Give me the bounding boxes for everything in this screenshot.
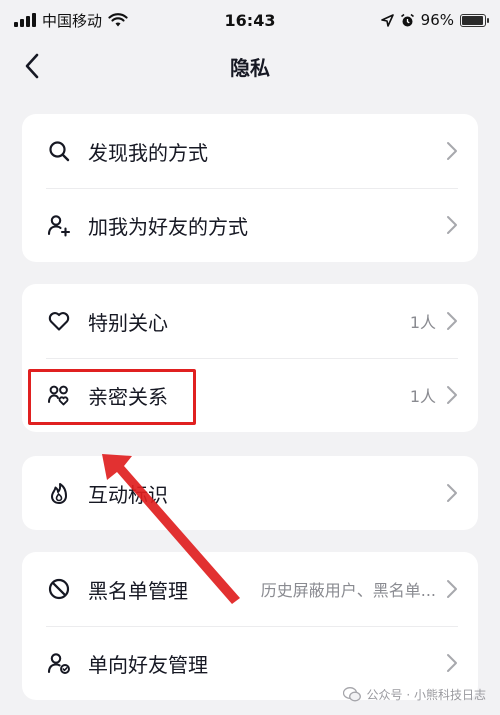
battery-level [462,15,484,25]
block-icon [46,576,72,602]
settings-group-relations: 特别关心 1人 亲密关系 1人 [22,284,478,432]
row-intimate-relation[interactable]: 亲密关系 1人 [22,358,478,432]
nav-bar: 隐私 [0,40,500,92]
page-title: 隐私 [230,55,270,80]
chevron-right-icon [447,484,457,502]
row-blacklist[interactable]: 黑名单管理 历史屏蔽用户、黑名单... [22,552,478,626]
chevron-right-icon [447,654,457,672]
watermark-text: 公众号 · 小熊科技日志 [366,688,486,702]
alarm-icon [400,13,414,26]
one-way-friend-icon [46,650,72,676]
back-button[interactable] [14,48,50,84]
flame-icon [46,480,72,506]
battery-percent: 96% [420,11,454,29]
heart-icon [46,308,72,334]
row-label: 特别关心 [88,310,168,335]
chevron-left-icon [25,53,39,79]
row-label: 黑名单管理 [88,578,188,603]
search-icon [46,138,72,164]
row-interaction-badge[interactable]: 互动标识 [22,456,478,530]
wifi-icon [108,13,128,27]
intimate-relation-icon [46,382,72,408]
chevron-right-icon [447,312,457,330]
battery-icon [460,13,489,27]
row-discovery-method[interactable]: 发现我的方式 [22,114,478,188]
row-value: 1人 [409,387,436,406]
row-value: 历史屏蔽用户、黑名单... [260,581,436,600]
settings-group-management: 黑名单管理 历史屏蔽用户、黑名单... 单向好友管理 [22,552,478,700]
row-value: 1人 [409,313,436,332]
row-add-friend-method[interactable]: 加我为好友的方式 [22,188,478,262]
chevron-right-icon [447,386,457,404]
chevron-right-icon [447,142,457,160]
row-label: 加我为好友的方式 [88,214,248,239]
row-label: 互动标识 [88,482,168,507]
row-special-care[interactable]: 特别关心 1人 [22,284,478,358]
row-label: 发现我的方式 [88,140,208,165]
status-bar: 中国移动 16:43 96% [0,0,500,40]
settings-group-discovery: 发现我的方式 加我为好友的方式 [22,114,478,262]
signal-icon [14,13,36,27]
status-right: 96% [380,11,489,29]
settings-group-interaction: 互动标识 [22,456,478,530]
row-label: 亲密关系 [88,384,168,409]
carrier-label: 中国移动 [42,11,103,30]
chevron-right-icon [447,216,457,234]
location-icon [380,13,394,27]
watermark: 公众号 · 小熊科技日志 [342,686,486,703]
status-left: 中国移动 [14,10,128,31]
row-label: 单向好友管理 [88,652,208,677]
add-friend-icon [46,212,72,238]
wechat-icon [342,687,361,702]
clock: 16:43 [224,10,276,30]
chevron-right-icon [447,580,457,598]
